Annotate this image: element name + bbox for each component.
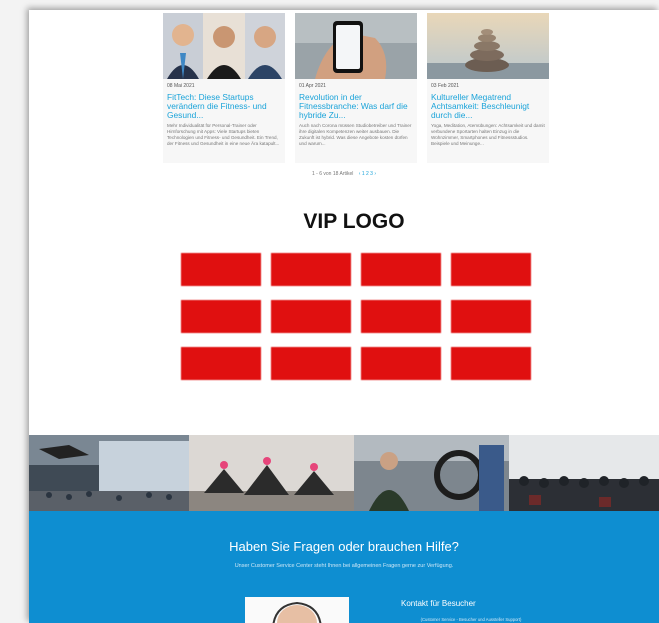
vip-logo-tile[interactable] — [271, 347, 351, 380]
article-title[interactable]: Kultureller Megatrend Achtsamkeit: Besch… — [431, 93, 545, 120]
article-image[interactable] — [295, 13, 417, 79]
vip-logo-heading: VIP LOGO — [303, 210, 405, 233]
vip-logo-grid — [181, 253, 531, 381]
vip-logo-tile[interactable] — [181, 347, 261, 380]
support-agent-photo — [245, 597, 349, 623]
article-image[interactable] — [163, 13, 285, 79]
article-card[interactable]: 01 Apr 2021 Revolution in der Fitnessbra… — [295, 13, 417, 163]
fitness-class-photo — [189, 435, 354, 511]
article-card[interactable]: 03 Feb 2021 Kultureller Megatrend Achtsa… — [427, 13, 549, 163]
vip-logo-tile[interactable] — [451, 253, 531, 286]
article-date: 03 Feb 2021 — [431, 83, 460, 89]
vip-logo-tile[interactable] — [271, 253, 351, 286]
vip-logo-tile[interactable] — [451, 347, 531, 380]
help-section: Haben Sie Fragen oder brauchen Hilfe? Un… — [29, 511, 659, 623]
pagination: 1 - 6 von 18 Artikel ‹ 1 2 3 › — [29, 171, 659, 177]
vip-logo-tile[interactable] — [361, 347, 441, 380]
contact-visitors-heading: Kontakt für Besucher — [401, 599, 476, 608]
conference-audience-photo — [509, 435, 659, 511]
vip-logo-tile[interactable] — [361, 300, 441, 333]
vip-logo-tile[interactable] — [271, 300, 351, 333]
help-heading: Haben Sie Fragen oder brauchen Hilfe? — [229, 539, 459, 554]
article-cards: 08 Mai 2021 FitTech: Diese Startups verä… — [163, 13, 553, 163]
equipment-demo-photo — [354, 435, 509, 511]
exhibition-hall-photo — [29, 435, 189, 511]
pagination-summary: 1 - 6 von 18 Artikel — [311, 171, 354, 177]
article-excerpt: Auch nach Corona müssen Studiobetreiber … — [299, 123, 412, 146]
page-content: 08 Mai 2021 FitTech: Diese Startups verä… — [29, 10, 659, 623]
pagination-links[interactable]: ‹ 1 2 3 › — [359, 171, 376, 177]
article-excerpt: Mehr Individualität für Personal-Trainer… — [167, 123, 280, 146]
article-image[interactable] — [427, 13, 549, 79]
article-date: 01 Apr 2021 — [299, 83, 326, 89]
contact-visitors-subtext: (Customer Service - Besucher und Ausstel… — [420, 617, 522, 622]
help-subtext: Unser Customer Service Center steht Ihne… — [234, 563, 454, 569]
vip-logo-tile[interactable] — [181, 253, 261, 286]
vip-logo-tile[interactable] — [181, 300, 261, 333]
vip-logo-tile[interactable] — [451, 300, 531, 333]
article-title[interactable]: Revolution in der Fitnessbranche: Was da… — [299, 93, 413, 120]
article-date: 08 Mai 2021 — [167, 83, 195, 89]
vip-logo-tile[interactable] — [361, 253, 441, 286]
article-excerpt: Yoga, Meditation, Atemübungen: Achtsamke… — [431, 123, 545, 146]
article-card[interactable]: 08 Mai 2021 FitTech: Diese Startups verä… — [163, 13, 285, 163]
article-title[interactable]: FitTech: Diese Startups verändern die Fi… — [167, 93, 281, 120]
event-photo-collage — [29, 435, 659, 511]
